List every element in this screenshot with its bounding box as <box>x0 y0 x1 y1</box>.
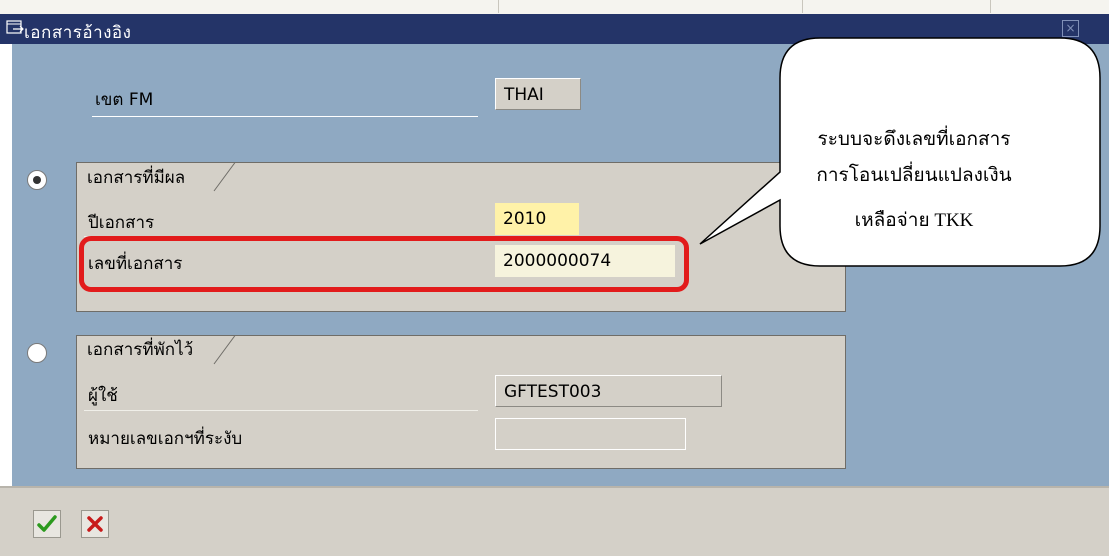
callout-bubble <box>699 37 1101 267</box>
x-icon <box>87 516 103 532</box>
check-icon <box>37 515 57 532</box>
bottom-toolbar <box>0 486 1109 556</box>
confirm-button[interactable] <box>33 510 61 538</box>
callout-line-2: การโอนเปลี่ยนแปลงเงิน <box>816 165 1012 186</box>
callout-line-3: เหลือจ่าย TKK <box>854 210 974 231</box>
callout-line-1: ระบบจะดึงเลขที่เอกสาร <box>817 129 1011 150</box>
cancel-button[interactable] <box>81 510 109 538</box>
